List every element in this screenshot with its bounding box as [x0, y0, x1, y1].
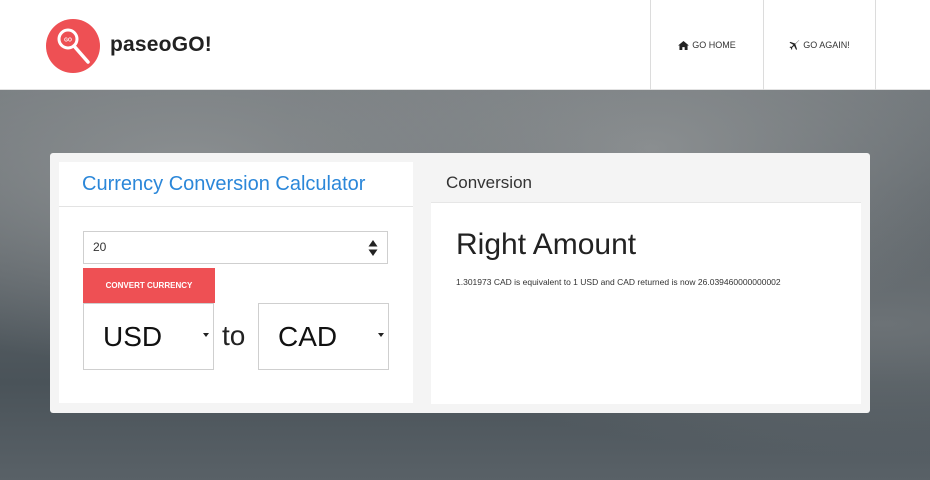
home-icon — [678, 40, 690, 50]
brand-name[interactable]: paseoGO! — [110, 33, 212, 57]
svg-text:GO: GO — [64, 38, 72, 44]
number-spinner-icon[interactable] — [368, 239, 378, 257]
from-currency-value: USD — [103, 321, 163, 352]
to-currency-value: CAD — [278, 321, 338, 352]
result-title: Right Amount — [456, 228, 637, 261]
convert-currency-button[interactable]: CONVERT CURRENCY — [83, 268, 215, 303]
main-nav: GO HOME GO AGAIN! — [650, 0, 876, 90]
conversion-card: Conversion Right Amount 1.301973 CAD is … — [431, 161, 861, 404]
to-currency-select[interactable]: CAD — [258, 303, 389, 370]
calculator-panel: Currency Conversion Calculator 20 CONVER… — [50, 153, 870, 413]
top-navbar: GO paseoGO! GO HOME GO AGAIN! — [0, 0, 930, 90]
conversion-header-title: Conversion — [446, 173, 532, 192]
chevron-down-icon — [203, 333, 209, 337]
conversion-header: Conversion — [431, 161, 861, 203]
go-home-link[interactable]: GO HOME — [650, 0, 763, 90]
go-again-label: GO AGAIN! — [803, 40, 850, 50]
calculator-card: Currency Conversion Calculator 20 CONVER… — [59, 162, 413, 403]
airplane-icon — [789, 40, 800, 50]
result-text: 1.301973 CAD is equivalent to 1 USD and … — [456, 277, 781, 287]
from-currency-select[interactable]: USD — [83, 303, 214, 370]
magnifier-logo-icon[interactable]: GO — [45, 18, 103, 73]
to-label: to — [222, 320, 246, 351]
calculator-title: Currency Conversion Calculator — [82, 173, 366, 195]
amount-value: 20 — [93, 240, 107, 254]
chevron-down-icon — [378, 333, 384, 337]
go-again-link[interactable]: GO AGAIN! — [763, 0, 876, 90]
calculator-header: Currency Conversion Calculator — [59, 162, 413, 207]
amount-input[interactable]: 20 — [83, 231, 388, 264]
go-home-label: GO HOME — [692, 40, 736, 50]
